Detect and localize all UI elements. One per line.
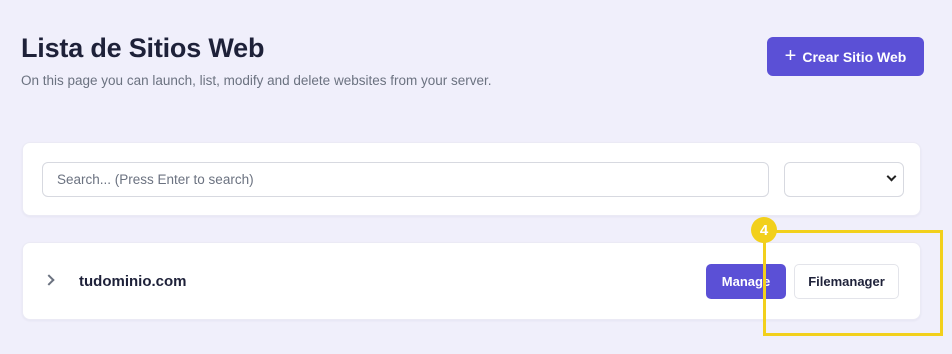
create-website-button[interactable]: + Crear Sitio Web <box>767 37 924 76</box>
highlight-box <box>763 230 943 336</box>
site-domain: tudominio.com <box>79 273 187 290</box>
page-title: Lista de Sitios Web <box>21 33 265 63</box>
create-website-label: Crear Sitio Web <box>802 48 907 65</box>
highlight-badge: 4 <box>751 217 777 243</box>
chevron-down-icon <box>886 171 897 182</box>
plus-icon: + <box>784 44 797 67</box>
search-card <box>22 142 921 216</box>
search-input[interactable] <box>42 162 769 197</box>
page-subtitle: On this page you can launch, list, modif… <box>21 73 492 88</box>
chevron-right-icon[interactable] <box>43 274 55 286</box>
filter-select[interactable] <box>784 162 904 197</box>
